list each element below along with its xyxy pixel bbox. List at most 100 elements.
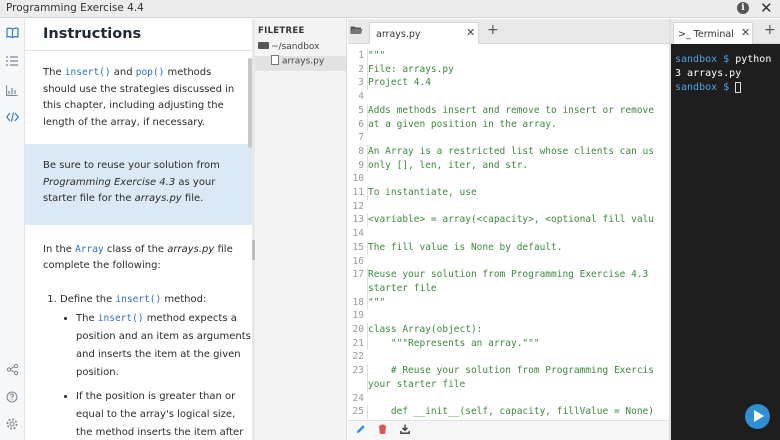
code-text: Project 4.4 <box>367 76 431 91</box>
terminal-prompt: sandbox $ <box>675 54 736 65</box>
code-text: starter file <box>367 281 437 296</box>
line-number: 3 <box>358 77 364 89</box>
edit-icon[interactable] <box>356 424 366 437</box>
code-text: Reuse your solution from Programming Exe… <box>367 268 649 282</box>
close-icon[interactable]: ✕ <box>760 0 773 16</box>
terminal-command: python <box>735 54 772 65</box>
instructions-body: The insert() and pop() methods should us… <box>25 65 253 440</box>
line-number: 13 <box>352 214 364 226</box>
delete-icon[interactable] <box>378 424 387 437</box>
instructions-panel: Instructions The insert() and pop() meth… <box>25 19 253 440</box>
book-icon[interactable] <box>5 27 19 41</box>
line-number: 19 <box>352 310 364 322</box>
tab-label: arrays.py <box>376 29 421 40</box>
list-item: If the position is greater than or equal… <box>76 388 253 440</box>
line-number: 18 <box>352 296 364 308</box>
open-folder-icon[interactable] <box>350 25 364 37</box>
title-bar: Programming Exercise 4.4 i ✕ <box>0 0 780 18</box>
add-tab-icon[interactable]: + <box>487 22 499 38</box>
line-number: 2 <box>358 63 364 75</box>
task-list: Define the insert() method: The insert()… <box>25 292 253 440</box>
code-text: only [], len, iter, and str. <box>367 158 529 173</box>
share-icon[interactable] <box>5 363 19 378</box>
info-icon[interactable]: i <box>737 2 749 14</box>
window-title: Programming Exercise 4.4 <box>6 2 144 14</box>
editor-tab-bar: arrays.py ✕ + <box>348 19 669 44</box>
add-terminal-icon[interactable]: + <box>764 22 776 38</box>
tab-terminal[interactable]: >_ Terminal ✕ <box>673 22 753 44</box>
terminal-output[interactable]: sandbox $ python 3 arrays.py sandbox $ <box>675 53 771 95</box>
icon-rail <box>0 19 25 440</box>
code-icon[interactable] <box>5 112 19 126</box>
line-number: 7 <box>358 132 364 144</box>
tab-arrays-py[interactable]: arrays.py ✕ <box>369 22 479 44</box>
inline-code: pop() <box>135 67 165 78</box>
folder-icon <box>258 42 269 49</box>
list-item: The insert() method expects a position a… <box>76 310 253 382</box>
terminal-panel: >_ Terminal ✕ + sandbox $ python 3 arrays… <box>671 19 780 440</box>
text: Be sure to reuse your solution from <box>43 160 220 171</box>
list-item: Define the insert() method: The insert()… <box>60 292 253 440</box>
close-tab-icon[interactable]: ✕ <box>466 26 475 39</box>
code-text: To instantiate, use <box>367 186 477 200</box>
line-number: 20 <box>352 324 364 335</box>
file-tree: FILETREE ~/sandbox arrays.py <box>255 19 347 440</box>
line-number: 9 <box>358 159 364 171</box>
sub-list: The insert() method expects a position a… <box>60 310 253 440</box>
chart-icon[interactable] <box>5 85 19 99</box>
line-number: 24 <box>352 392 364 404</box>
run-button[interactable] <box>745 404 770 429</box>
line-number: 6 <box>358 118 364 130</box>
play-icon <box>754 410 764 422</box>
list-icon[interactable] <box>5 56 19 70</box>
text: file. <box>181 193 204 204</box>
folder-label: ~/sandbox <box>271 42 320 52</box>
file-label: arrays.py <box>282 56 325 67</box>
code-text: your starter file <box>367 377 466 392</box>
terminal-command-cont: 3 arrays.py <box>675 68 742 79</box>
line-number: 23 <box>352 365 364 377</box>
line-number: 8 <box>358 145 364 157</box>
line-number: 22 <box>352 351 364 363</box>
terminal-tab-bar: >_ Terminal ✕ + <box>671 19 780 44</box>
text: In the <box>43 243 76 255</box>
text: class of the <box>103 243 168 255</box>
code-text: <variable> = array(<capacity>, <optional… <box>367 213 654 228</box>
line-number: 1 <box>358 50 364 61</box>
close-tab-icon[interactable]: ✕ <box>741 26 750 39</box>
settings-icon[interactable] <box>5 418 19 432</box>
code-text: An Array is a restricted list whose clie… <box>367 144 654 159</box>
emphasis: arrays.py <box>134 193 182 204</box>
text: Define the <box>60 293 116 305</box>
file-arrays-py[interactable]: arrays.py <box>255 55 346 71</box>
folder-sandbox[interactable]: ~/sandbox <box>258 42 346 56</box>
line-number: 25 <box>352 406 364 418</box>
help-icon[interactable] <box>5 391 19 405</box>
inline-code: insert() <box>97 313 144 324</box>
intro-paragraph: The insert() and pop() methods should us… <box>25 65 253 131</box>
code-editor: arrays.py ✕ + 1 """ 2 File: arrays.py 3 Projec… <box>348 19 669 440</box>
code-area[interactable]: 1 """ 2 File: arrays.py 3 Project 4.4 4 5 Adds m… <box>348 46 669 427</box>
code-text: class Array(object): <box>367 323 483 337</box>
code-text: The fill value is None by default. <box>367 240 563 255</box>
emphasis: Programming Exercise 4.3 <box>43 176 176 188</box>
code-text: Adds methods insert and remove to insert… <box>367 103 654 118</box>
text: and <box>110 67 136 78</box>
line-number: 10 <box>352 173 364 185</box>
code-text: File: arrays.py <box>367 62 454 77</box>
download-icon[interactable] <box>400 424 410 437</box>
filetree-header: FILETREE <box>258 26 305 36</box>
line-number: 11 <box>352 187 364 198</box>
line-number: 16 <box>352 255 364 267</box>
text: The <box>43 67 65 78</box>
file-icon <box>271 55 279 65</box>
text: method: <box>161 293 207 305</box>
inline-code: insert() <box>115 293 162 305</box>
code-text: at a given position in the array. <box>367 117 557 132</box>
task-paragraph: In the Array class of the arrays.py file… <box>25 242 253 275</box>
text: The <box>76 313 98 324</box>
code-text: """ <box>367 295 386 310</box>
code-text: """Represents an array.""" <box>367 336 540 351</box>
line-number: 12 <box>352 200 364 212</box>
inline-code: insert() <box>64 67 111 78</box>
